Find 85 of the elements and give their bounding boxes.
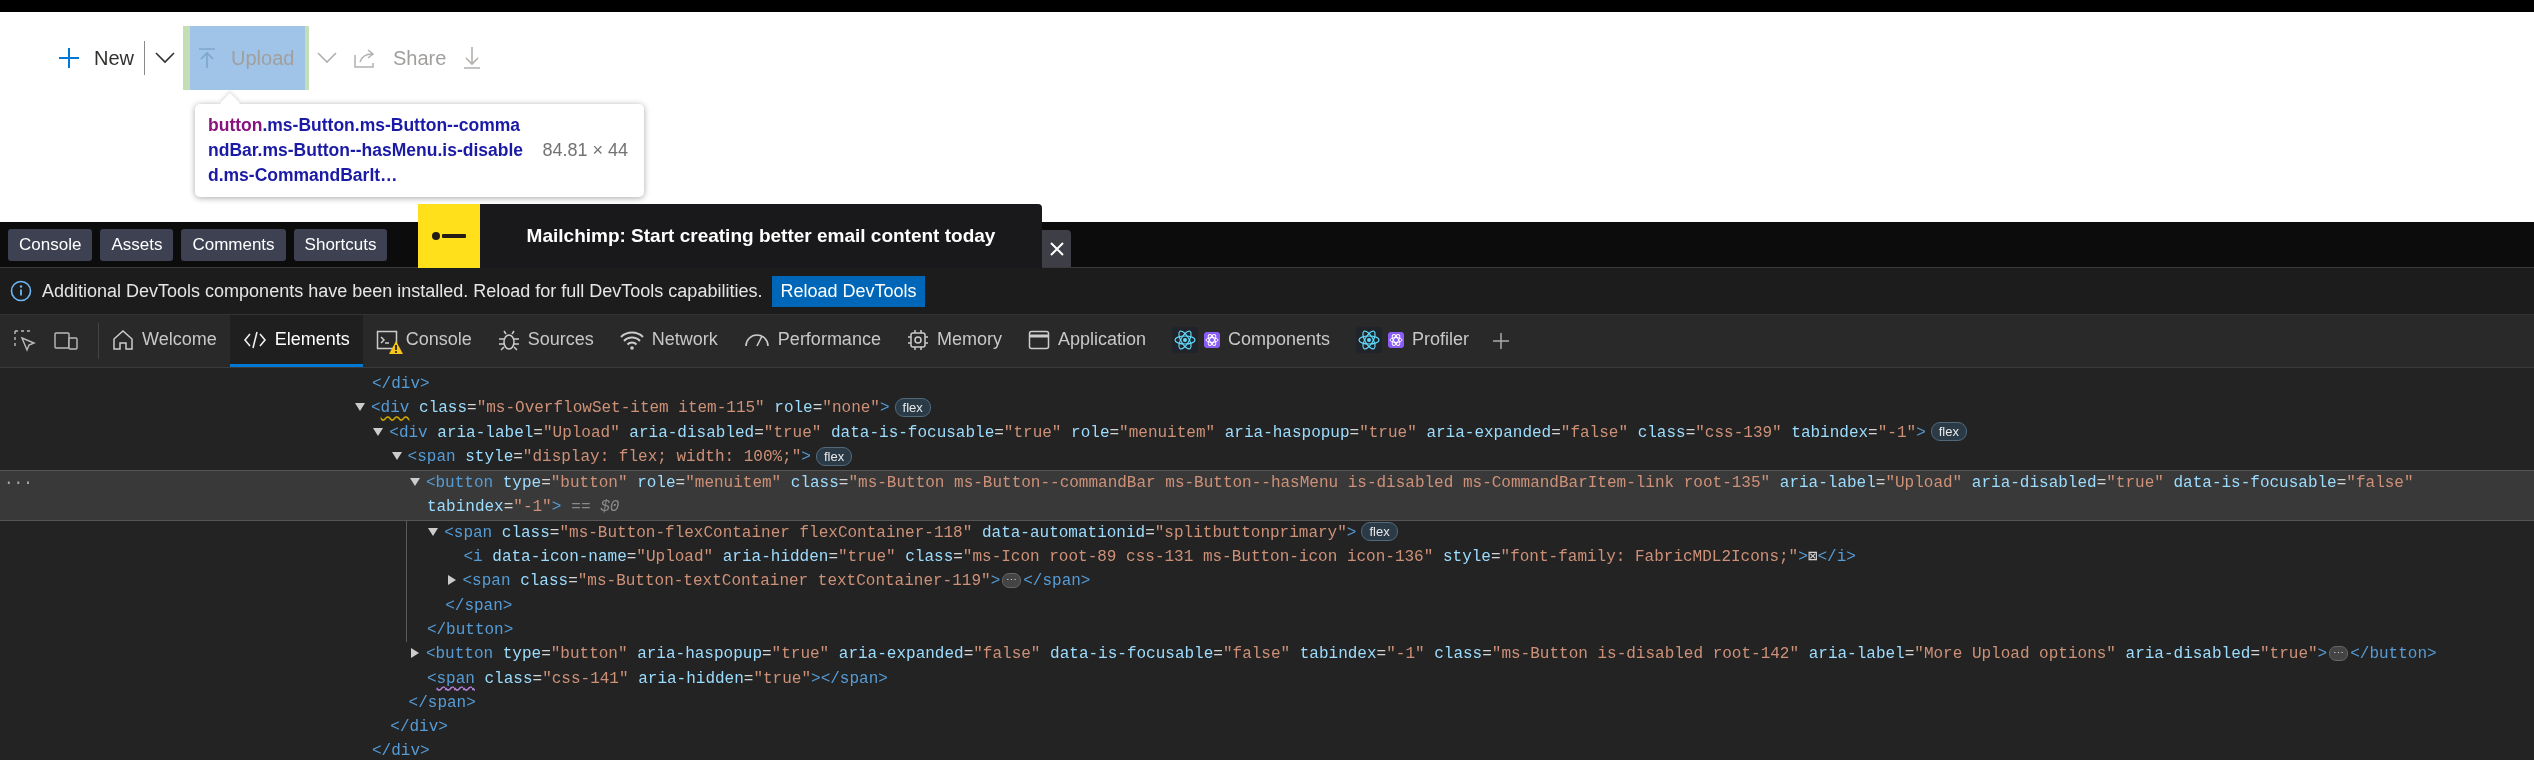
collapsed-content[interactable]: ⋯	[1002, 572, 1022, 588]
html-markup: </button>	[2350, 645, 2437, 664]
inspect-button[interactable]	[14, 330, 36, 352]
dom-row[interactable]: <span class="ms-Button-flexContainer flexContainer-118" data-automationid="splitbuttonprimary"> flex	[0, 520, 2534, 546]
more-options[interactable]: ···	[4, 470, 33, 496]
atom-icon	[1172, 326, 1198, 353]
info-message: Additional DevTools components have been installed. Reload for full DevTools capabilities.	[42, 280, 763, 302]
html-markup: </span>	[1023, 572, 1091, 591]
tool-tab[interactable]: Console	[362, 315, 485, 367]
dom-row[interactable]	[0, 469, 2534, 521]
download-icon	[462, 46, 483, 70]
layout-badge[interactable]: flex	[1361, 521, 1398, 541]
window-icon	[1027, 329, 1050, 350]
element-size: 84.81 × 44	[542, 140, 628, 161]
tool-tab[interactable]: Components	[1159, 315, 1344, 367]
chevron-down-icon	[155, 52, 175, 64]
element-selector: button.ms-Button.ms-Button--commandBar.ms-Button--hasMenu.is-disabled.ms-CommandBarIt…	[208, 114, 525, 187]
html-markup: </div>	[372, 742, 430, 760]
atom-square-icon	[1204, 331, 1220, 348]
home-icon	[112, 328, 134, 351]
dom-row[interactable]: <span class="ms-Button-textContainer textContainer-119"> ⋯ </span>	[0, 569, 2534, 594]
html-markup: <span style="display: flex; width: 100%;">	[407, 448, 811, 467]
layout-badge[interactable]: flex	[1930, 422, 1967, 442]
caret-down-icon[interactable]	[428, 526, 439, 537]
caret-down-icon[interactable]	[409, 476, 420, 487]
add-button[interactable]: New	[50, 26, 142, 90]
chevron-down-icon	[317, 52, 337, 64]
plus-icon	[58, 47, 80, 69]
cursor-box-icon	[14, 330, 36, 352]
panel-button[interactable]: Console	[8, 228, 93, 261]
device-button[interactable]	[54, 330, 78, 352]
html-markup: <i data-icon-name="Upload" aria-hidden="true" class="ms-Icon root-89 css-131 ms-Button-icon icon-136" style="font-family: FabricMDL2Icons;">⊠</i>	[463, 548, 1856, 567]
panel-button[interactable]: Assets	[100, 228, 174, 261]
devices-icon	[54, 330, 78, 352]
html-markup: <span class="ms-Button-textContainer textContainer-119">	[462, 572, 1001, 591]
promo-message: Mailchimp: Start creating better email content today	[525, 225, 997, 247]
dom-row[interactable]: <div class="ms-OverflowSet-item item-115" role="none"> flex	[0, 396, 2534, 421]
tool-tab[interactable]: Application	[1014, 315, 1159, 367]
console-icon	[375, 328, 398, 351]
caret-down-icon[interactable]	[373, 426, 384, 437]
reload-button[interactable]: Reload DevTools	[772, 275, 925, 307]
chip-icon	[906, 328, 929, 351]
tool-tab[interactable]: Profiler	[1343, 315, 1483, 367]
html-markup: <button type="button" aria-haspopup="true" aria-expanded="false" data-is-focusable="false" tabindex="-1" class="ms-Button is-disabled root-142" aria-label="More Upload options" aria-disabled="true">	[425, 645, 2328, 664]
atom-square-icon	[1388, 331, 1405, 348]
html-markup: <div aria-label="Upload" aria-disabled="true" data-is-focusable="true" role="menuitem" aria-haspopup="true" aria-expanded="false" class="css-139" tabindex="-1">	[389, 424, 1926, 443]
panel-button[interactable]: Comments	[181, 228, 286, 261]
upload-icon	[197, 47, 217, 69]
html-markup: <button type="button" role="menuitem" class="ms-Button ms-Button--commandBar ms-Button--hasMenu is-disabled ms-CommandBarItem-link root-135" aria-label="Upload" aria-disabled="true" data-is-focusable="false" tabindex="-1"> == $0	[425, 474, 2415, 517]
html-markup: </div>	[390, 718, 448, 737]
tool-tab[interactable]: Network	[606, 315, 731, 367]
add-tab-icon[interactable]	[1492, 332, 1511, 350]
layout-badge[interactable]: flex	[894, 397, 931, 417]
tool-tab[interactable]: Sources	[484, 315, 607, 367]
wifi-icon	[619, 329, 644, 350]
dom-row[interactable]: <i data-icon-name="Upload" aria-hidden="true" class="ms-Icon root-89 css-131 ms-Button-icon icon-136" style="font-family: FabricMDL2Icons;">⊠</i>	[0, 545, 2534, 570]
html-markup: </span>	[445, 596, 513, 615]
close-button[interactable]	[1042, 230, 1071, 267]
html-markup: <div class="ms-OverflowSet-item item-115" role="none">	[371, 399, 890, 418]
warning-icon	[387, 339, 404, 355]
caret-down-icon[interactable]	[355, 402, 365, 413]
panel-button[interactable]: Shortcuts	[293, 228, 388, 261]
caret-right-icon[interactable]	[409, 648, 420, 659]
html-markup: </span>	[408, 694, 476, 713]
collapsed-content[interactable]: ⋯	[2329, 645, 2349, 661]
atom-icon	[1356, 326, 1383, 353]
tool-tab[interactable]: Welcome	[99, 315, 230, 367]
layout-badge[interactable]: flex	[815, 446, 853, 466]
tool-tab[interactable]: Elements	[229, 315, 363, 367]
html-markup: </div>	[372, 375, 430, 393]
dom-row[interactable]: </div>	[0, 372, 2534, 397]
close-icon	[1049, 241, 1064, 256]
caret-right-icon[interactable]	[446, 575, 457, 586]
dom-row[interactable]: <div aria-label="Upload" aria-disabled="true" data-is-focusable="true" role="menuitem" aria-haspopup="true" aria-expanded="false" class="css-139" tabindex="-1"> flex	[0, 420, 2534, 446]
dom-row[interactable]: <span style="display: flex; width: 100%;"> flex	[0, 445, 2534, 470]
tool-tab[interactable]: Memory	[893, 315, 1015, 367]
html-markup: <span class="css-141" aria-hidden="true"></span>	[426, 669, 888, 688]
html-markup: <span class="ms-Button-flexContainer flexContainer-118" data-automationid="splitbuttonprimary">	[444, 523, 1357, 542]
promo-banner[interactable]: Mailchimp: Start creating better email content today	[418, 204, 1042, 268]
caret-down-icon[interactable]	[391, 451, 402, 462]
bug-icon	[497, 328, 520, 351]
html-markup: </button>	[426, 621, 514, 640]
info-icon	[10, 280, 32, 302]
dom-row[interactable]: <span class="css-141" aria-hidden="true"></span>	[0, 666, 2534, 692]
tool-tab[interactable]: Performance	[730, 315, 894, 367]
